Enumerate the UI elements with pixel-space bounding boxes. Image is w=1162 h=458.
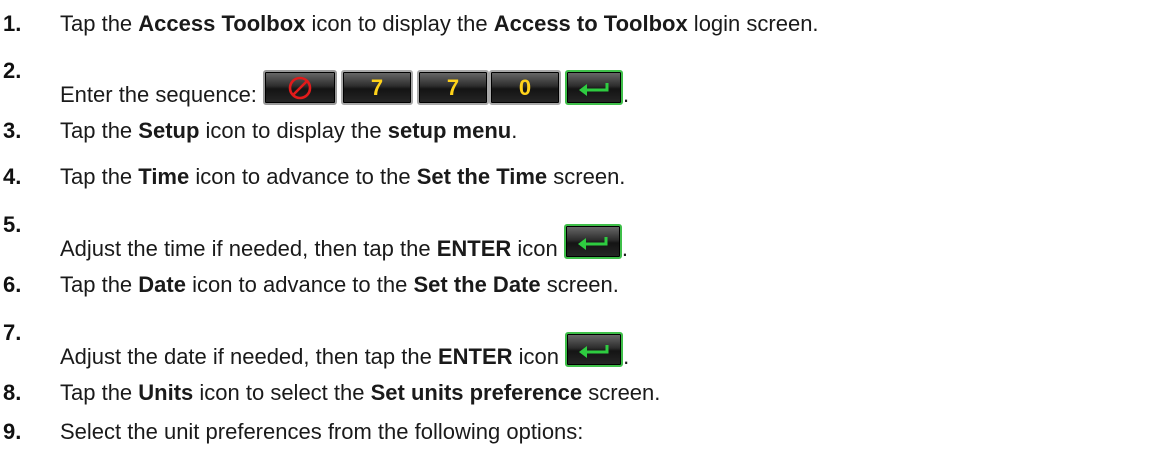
step-text: Adjust the date if needed, then tap the … xyxy=(60,332,629,371)
step-text: Tap the Access Toolbox icon to display t… xyxy=(60,10,819,38)
step-text: Tap the Time icon to advance to the Set … xyxy=(60,163,625,191)
text-run: Adjust the time if needed, then tap the xyxy=(60,236,437,261)
text-run: . xyxy=(623,344,630,369)
step-number: 5. xyxy=(3,212,22,237)
bold-term: Access Toolbox xyxy=(138,11,306,36)
text-run: Tap the xyxy=(60,11,139,36)
digit-0-key-icon: 0 xyxy=(489,70,562,105)
bold-term: Setup xyxy=(138,118,200,143)
text-run: icon to select the xyxy=(193,380,371,405)
text-run: icon xyxy=(512,344,566,369)
bold-term: Date xyxy=(138,272,186,297)
text-run: Select the unit preferences from the fol… xyxy=(60,419,584,444)
enter-key-icon xyxy=(563,224,622,259)
enter-key-icon xyxy=(565,332,624,367)
key-digit: 7 xyxy=(446,74,460,100)
key-digit: 7 xyxy=(370,74,384,100)
text-run: icon to advance to the xyxy=(189,164,417,189)
step-number: 7. xyxy=(3,320,22,345)
step-number: 6. xyxy=(3,272,22,297)
instruction-steps: 1. Tap the Access Toolbox icon to displa… xyxy=(0,0,1162,458)
text-run: . xyxy=(623,82,630,107)
step-number: 1. xyxy=(3,11,22,36)
text-run: screen. xyxy=(547,164,626,189)
bold-term: Time xyxy=(138,164,190,189)
text-run: Tap the xyxy=(60,164,139,189)
bold-term: setup menu xyxy=(387,118,512,143)
step-text: Adjust the time if needed, then tap the … xyxy=(60,224,628,263)
step-number: 4. xyxy=(3,164,22,189)
cancel-key-icon xyxy=(263,70,338,105)
text-run: Tap the xyxy=(60,272,139,297)
bold-term: Set the Date xyxy=(413,272,541,297)
text-run: icon xyxy=(511,236,564,261)
step-text: Select the unit preferences from the fol… xyxy=(60,418,583,446)
bold-term: ENTER xyxy=(436,236,512,261)
text-run: icon to display the xyxy=(199,118,388,143)
step-number: 8. xyxy=(3,380,22,405)
bold-term: ENTER xyxy=(437,344,513,369)
text-run: screen. xyxy=(540,272,619,297)
bold-term: Set the Time xyxy=(416,164,548,189)
text-run: icon to display the xyxy=(305,11,494,36)
key-digit: 0 xyxy=(518,74,532,100)
digit-7-key-icon: 7 xyxy=(341,70,414,105)
step-text: Tap the Units icon to select the Set uni… xyxy=(60,379,660,407)
text-run: login screen. xyxy=(687,11,819,36)
step-number: 9. xyxy=(3,419,22,444)
text-run: . xyxy=(621,236,628,261)
text-run: Tap the xyxy=(60,118,139,143)
digit-7-key-icon: 7 xyxy=(417,70,490,105)
text-run: icon to advance to the xyxy=(185,272,414,297)
step-text: Tap the Setup icon to display the setup … xyxy=(60,117,517,145)
step-text: Tap the Date icon to advance to the Set … xyxy=(60,271,619,299)
step-number: 2. xyxy=(3,58,22,83)
bold-term: Units xyxy=(138,380,194,405)
text-run: . xyxy=(511,118,518,143)
step-number: 3. xyxy=(3,118,22,143)
bold-term: Access to Toolbox xyxy=(493,11,688,36)
text-run: Tap the xyxy=(60,380,139,405)
bold-term: Set units preference xyxy=(370,380,583,405)
text-run: Adjust the date if needed, then tap the xyxy=(60,344,438,369)
text-run: Enter the sequence: xyxy=(60,82,264,107)
step-text: Enter the sequence: 7 7 0. xyxy=(60,70,629,109)
text-run: screen. xyxy=(582,380,661,405)
enter-key-icon xyxy=(565,70,624,105)
